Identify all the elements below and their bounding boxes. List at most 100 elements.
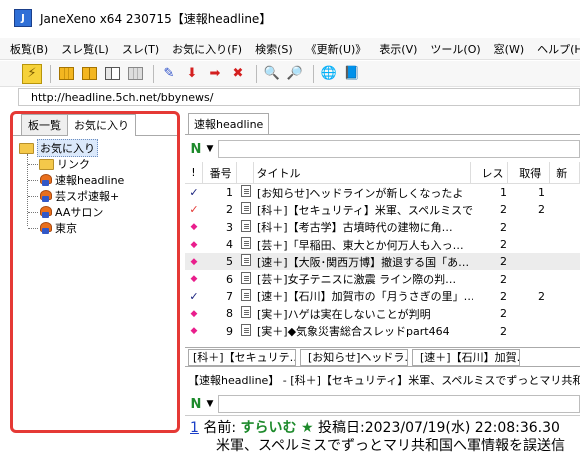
post-filter-input[interactable] [218,395,580,413]
two-pane-icon[interactable] [79,64,99,84]
three-pane-icon[interactable] [56,64,76,84]
delete-icon[interactable]: ✖ [228,64,248,84]
menu-search[interactable]: 検索(S) [255,41,293,57]
lightning-icon[interactable]: ⚡ [22,63,42,84]
thread-filter-input[interactable] [218,140,580,158]
chevron-down-icon[interactable]: ▼ [204,144,216,154]
table-row[interactable]: ✓ 7 [速＋]【石川】加賀市の「月うさぎの里」… 2 2 [185,288,580,305]
thread-tab[interactable]: [お知らせ]ヘッドラ… [300,348,408,366]
favorites-pane: 板一覧 お気に入り お気に入り リンク 速報headline 芸スポ速報+ AA… [10,111,180,433]
thread-res-count: 2 [500,272,507,286]
toolbar-separator [313,64,314,83]
tree-node-board[interactable]: AAサロン [13,204,177,220]
unread-diamond-icon: ◆ [190,308,198,319]
thread-list-header: ! 番号 タイトル レス 取得 新 [185,161,580,184]
document-icon [237,185,255,200]
globe-icon[interactable]: 🌐 [319,64,339,84]
thread-res-count: 2 [500,255,507,269]
tree-node-root[interactable]: お気に入り [13,139,177,157]
header-get[interactable]: 取得 [508,161,551,184]
table-row[interactable]: ◆ 6 [芸＋]女子テニスに激震 ライン際の判… 2 [185,270,580,287]
table-row[interactable]: ✓ 1 [お知らせ]ヘッドラインが新しくなったよ 1 1 [185,184,580,201]
tree-node-board[interactable]: 速報headline [13,172,177,188]
header-icon[interactable] [237,161,255,184]
unread-diamond-icon: ◆ [190,326,198,337]
menu-window[interactable]: 窓(W) [494,41,524,57]
arrow-right-icon[interactable]: ➡ [205,64,225,84]
menu-thread[interactable]: スレ(T) [122,41,159,57]
columns-icon[interactable] [125,64,145,84]
menu-thread-list[interactable]: スレ覧(L) [61,41,109,57]
thread-res-count: 2 [500,289,507,303]
header-number[interactable]: 番号 [203,161,237,184]
post-header: 1 名前: すらいむ ★ 投稿日:2023/07/19(水) 22:08:36.… [190,419,580,437]
thread-view-title: 【速報headline】 - [科＋]【セキュリティ】米軍、スペルミスでずっとマ… [188,374,580,387]
toolbar-separator [256,64,257,83]
header-res[interactable]: レス [471,161,509,184]
pen-icon[interactable]: ✎ [159,64,179,84]
menu-board[interactable]: 板覧(B) [10,41,48,57]
thread-res-count: 1 [500,186,507,200]
thread-title: [芸＋]「早稲田、東大とか何万人も入っ… [257,238,464,252]
unread-diamond-icon: ◆ [190,239,198,250]
menu-tools[interactable]: ツール(O) [430,41,480,57]
tree-item-label: 芸スポ速報+ [55,190,120,203]
post-date-label: 投稿日: [318,420,365,436]
check-icon: ✓ [189,203,199,217]
table-row[interactable]: ◆ 5 [速＋]【大阪･関西万博】撤退する国「あ… 2 [185,253,580,271]
layout-icon[interactable] [102,64,122,84]
header-title[interactable]: タイトル [254,161,471,184]
thread-res-count: 2 [500,307,507,321]
thread-tab-label: [速＋]【石川】加賀… [420,351,520,364]
thread-res-count: 2 [500,203,507,217]
tree-branch-line [28,180,38,181]
board-icon [40,190,52,202]
tab-board[interactable]: 速報headline [188,113,270,134]
tree-node-board[interactable]: 芸スポ速報+ [13,188,177,204]
menu-help[interactable]: ヘルプ(H) [537,41,580,57]
tree-node-board[interactable]: 東京 [13,220,177,236]
header-mark[interactable]: ! [185,161,203,184]
thread-tab[interactable]: [速＋]【石川】加賀… [412,348,520,366]
n-icon[interactable]: N [188,396,204,412]
tree-item-label: 東京 [55,222,77,235]
address-bar[interactable]: http://headline.5ch.net/bbynews/ [18,88,580,106]
menu-favorites[interactable]: お気に入り(F) [172,41,242,57]
thread-number: 4 [226,238,233,252]
tree-item-label: リンク [57,158,90,171]
post-name-label: 名前: [203,420,237,436]
thread-number: 8 [226,307,233,321]
thread-title: [速＋]【大阪･関西万博】撤退する国「あ… [257,255,470,269]
table-row[interactable]: ◆ 8 [実＋]ハゲは実在しないことが判明 2 [185,305,580,322]
tab-board-list[interactable]: 板一覧 [21,114,68,135]
menu-view[interactable]: 表示(V) [379,41,417,57]
tree-branch-line [28,196,38,197]
table-row[interactable]: ◆ 4 [芸＋]「早稲田、東大とか何万人も入っ… 2 [185,236,580,253]
thread-tab-strip: [科＋]【セキュリテ… [お知らせ]ヘッドラ… [速＋]【石川】加賀… [185,347,580,367]
table-row[interactable]: ✓ 2 [科＋]【セキュリティ】米軍、スペルミスでずっ… 2 2 [185,201,580,218]
n-icon[interactable]: N [188,141,204,157]
search-image-icon[interactable]: 🔎 [285,64,305,84]
board-icon [40,222,52,234]
header-new[interactable]: 新 [550,161,580,184]
main-pane: 速報headline N ▼ ! 番号 タイトル レス 取得 新 ✓ 1 [お知… [185,111,580,460]
tab-favorites[interactable]: お気に入り [67,114,136,136]
chevron-down-icon[interactable]: ▼ [204,399,216,409]
menu-update[interactable]: 《更新(U)》 [306,41,367,57]
arrow-down-icon[interactable]: ⬇ [182,64,202,84]
thread-tab[interactable]: [科＋]【セキュリテ… [188,348,296,366]
table-row[interactable]: ◆ 9 [実＋]◆気象災害総合スレッドpart464 2 [185,322,580,339]
document-icon [237,254,255,269]
folder-open-icon [19,142,34,154]
post-author-name: すらいむ [240,420,297,436]
thread-get-count: 2 [538,203,545,217]
tree-node-link[interactable]: リンク [13,156,177,172]
board-icon [40,206,52,218]
post-number-link[interactable]: 1 [190,420,199,436]
document-icon [237,288,255,304]
table-row[interactable]: ◆ 3 [科＋]【考古学】古墳時代の建物に角… 2 [185,219,580,236]
search-icon[interactable]: 🔍 [262,64,282,84]
book-icon[interactable]: 📘 [342,64,362,84]
tree-branch-line [28,228,38,229]
board-tab-strip: 速報headline [185,113,580,135]
